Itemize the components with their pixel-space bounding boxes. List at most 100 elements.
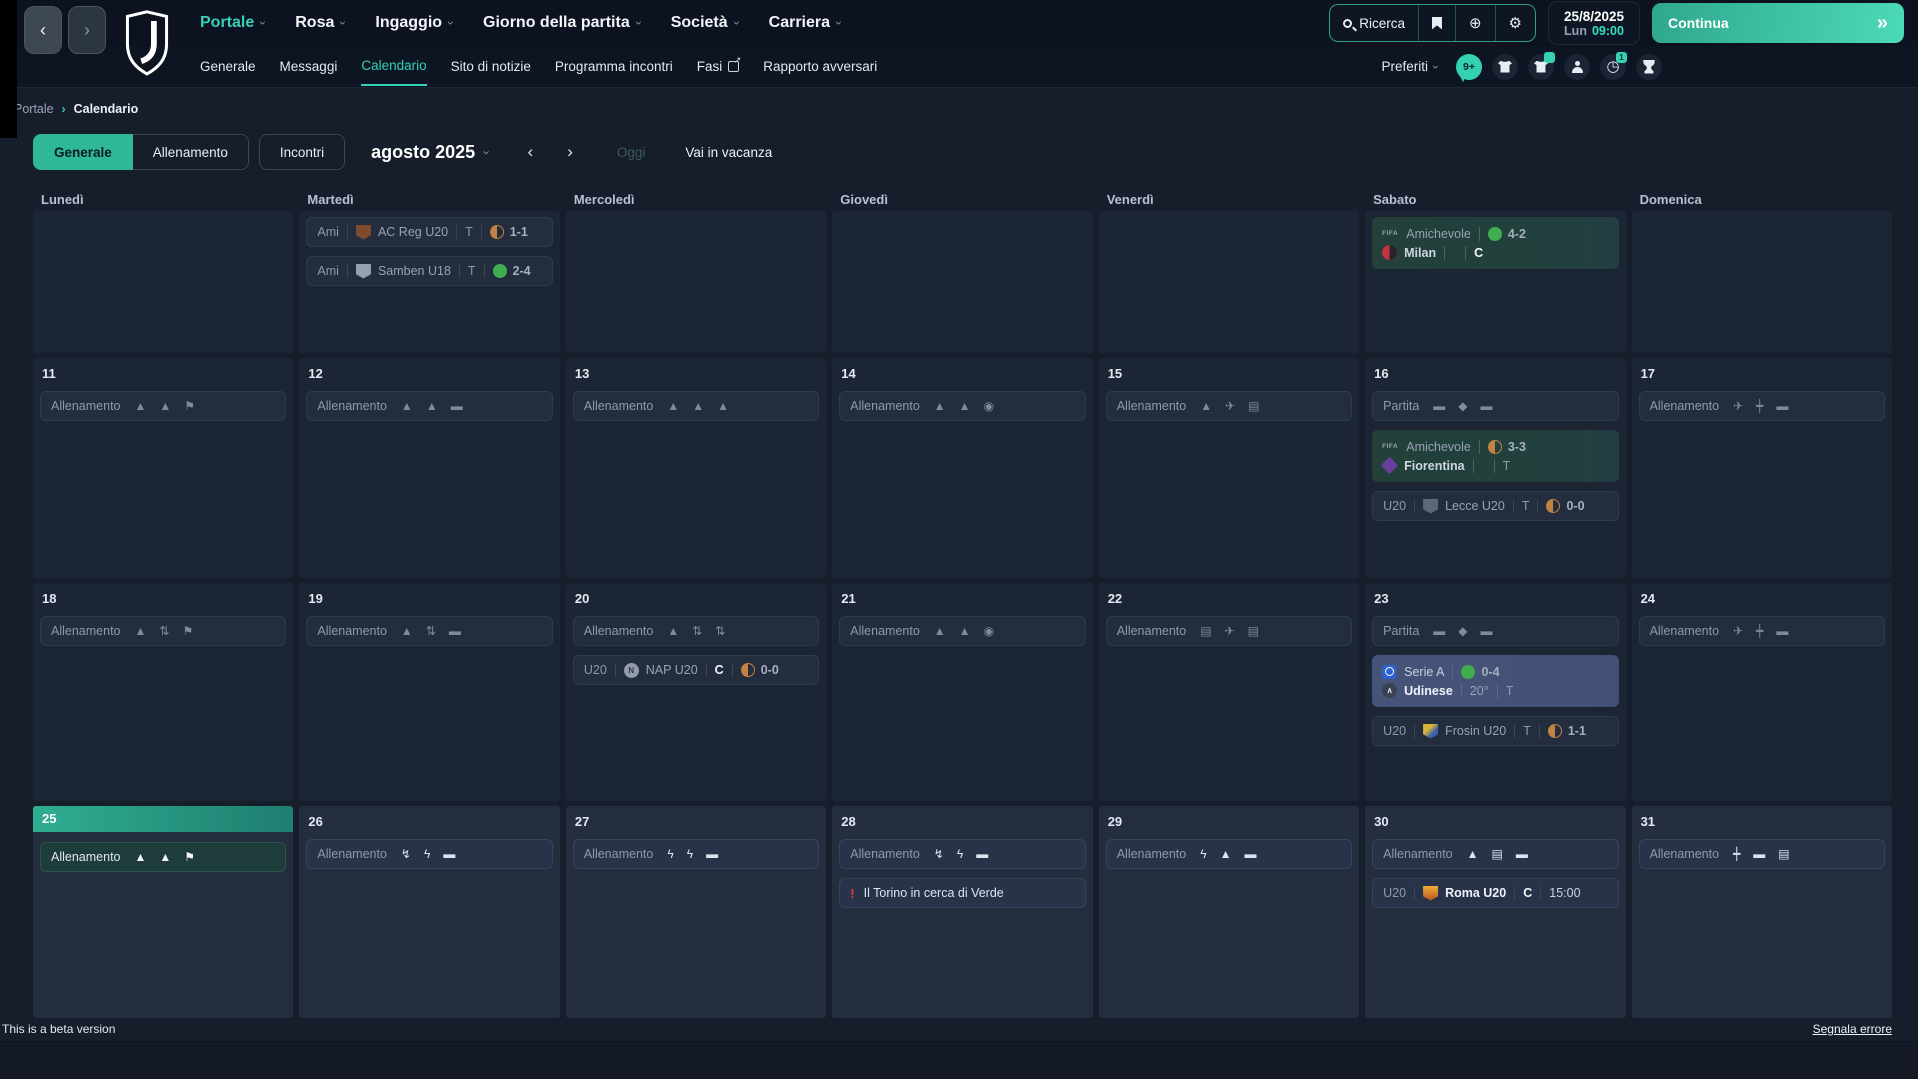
event-partita[interactable]: Partita▬◆▬ [1372, 616, 1618, 646]
nav-item-ingaggio[interactable]: Ingaggio› [375, 14, 453, 32]
fixture-frosin-u20[interactable]: U20Frosin U20T1-1 [1372, 716, 1618, 746]
bookmark-button[interactable] [1419, 5, 1456, 41]
day-cell-23[interactable]: 23Partita▬◆▬Serie A0-4∧Udinese20°TU20Fro… [1365, 583, 1625, 801]
fixture-nap-u20[interactable]: U20NNAP U20C0-0 [573, 655, 819, 685]
day-cell[interactable]: FIFAAmichevole4-2MilanC [1365, 211, 1625, 353]
day-cell-25[interactable]: 25Allenamento▲▲⚑ [33, 806, 293, 1018]
day-cell-11[interactable]: 11Allenamento▲▲⚑ [33, 358, 293, 578]
event-allenamento[interactable]: Allenamento↯ϟ▬ [306, 839, 552, 869]
event-allenamento[interactable]: Allenamento▲▲⚑ [40, 842, 286, 872]
squad-shirt-button[interactable] [1492, 54, 1518, 80]
search-button[interactable]: Ricerca [1330, 5, 1419, 41]
settings-button[interactable]: ⚙ [1496, 5, 1535, 41]
favorites-dropdown[interactable]: Preferiti › [1381, 59, 1438, 74]
vacation-button[interactable]: Vai in vacanza [685, 145, 772, 160]
nav-item-carriera[interactable]: Carriera› [769, 14, 841, 32]
day-cell-16[interactable]: 16Partita▬◆▬FIFAAmichevole3-3FiorentinaT… [1365, 358, 1625, 578]
day-cell-24[interactable]: 24Allenamento✈┿▬ [1632, 583, 1892, 801]
frosin-crest [1423, 724, 1438, 739]
day-cell-30[interactable]: 30Allenamento▲▤▬U20Roma U20C15:00 [1365, 806, 1625, 1018]
forward-button[interactable]: › [68, 6, 106, 54]
event-allenamento[interactable]: Allenamento▲⇅⚑ [40, 616, 286, 646]
event-allenamento[interactable]: Allenamento┿▬▤ [1639, 839, 1885, 869]
world-button[interactable]: ⊕ [1456, 5, 1496, 41]
day-cell-31[interactable]: 31Allenamento┿▬▤ [1632, 806, 1892, 1018]
cone-icon: ▲ [1200, 400, 1212, 412]
subnav-item-fasi[interactable]: Fasi [697, 48, 740, 85]
news-item[interactable]: !Il Torino in cerca di Verde [839, 878, 1085, 908]
fixture-samben-u18[interactable]: AmiSamben U18T2-4 [306, 256, 552, 286]
game-date[interactable]: 25/8/2025 Lun09:00 [1548, 1, 1640, 45]
day-cell-12[interactable]: 12Allenamento▲▲▬ [299, 358, 559, 578]
day-cell[interactable] [33, 211, 293, 353]
subnav-item-calendario[interactable]: Calendario [361, 47, 426, 86]
subnav-item-programma-incontri[interactable]: Programma incontri [555, 48, 673, 85]
subnav-item-generale[interactable]: Generale [200, 48, 256, 85]
tab-incontri[interactable]: Incontri [259, 134, 345, 170]
nav-item-rosa[interactable]: Rosa› [295, 14, 345, 32]
team-name: Udinese [1404, 684, 1453, 698]
day-cell-17[interactable]: 17Allenamento✈┿▬ [1632, 358, 1892, 578]
clock-button[interactable]: ◷ 1 [1600, 54, 1626, 80]
transfer-shirt-button[interactable] [1528, 54, 1554, 80]
match-highlight-fiorentina[interactable]: FIFAAmichevole3-3FiorentinaT [1372, 430, 1618, 482]
day-cell-15[interactable]: 15Allenamento▲✈▤ [1099, 358, 1359, 578]
report-error-link[interactable]: Segnala errore [1813, 1022, 1892, 1036]
today-button[interactable]: Oggi [617, 145, 646, 160]
day-cell[interactable] [566, 211, 826, 353]
day-cell-13[interactable]: 13Allenamento▲▲▲ [566, 358, 826, 578]
day-cell[interactable] [1632, 211, 1892, 353]
event-allenamento[interactable]: Allenamento▲▲◉ [839, 616, 1085, 646]
month-selector[interactable]: agosto 2025 › [371, 142, 489, 163]
event-allenamento[interactable]: Allenamento▲▲⚑ [40, 391, 286, 421]
subnav-item-rapporto-avversari[interactable]: Rapporto avversari [763, 48, 877, 85]
tab-generale[interactable]: Generale [33, 134, 133, 170]
subnav-item-sito-di-notizie[interactable]: Sito di notizie [451, 48, 531, 85]
event-allenamento[interactable]: Allenamento▲⇅▬ [306, 616, 552, 646]
day-cell-14[interactable]: 14Allenamento▲▲◉ [832, 358, 1092, 578]
event-allenamento[interactable]: Allenamento↯ϟ▬ [839, 839, 1085, 869]
nav-item-portale[interactable]: Portale› [200, 14, 265, 32]
event-allenamento[interactable]: Allenamento▲▲◉ [839, 391, 1085, 421]
continue-button[interactable]: Continua » [1652, 3, 1904, 43]
scouting-button[interactable] [1564, 54, 1590, 80]
day-cell-20[interactable]: 20Allenamento▲⇅⇅U20NNAP U20C0-0 [566, 583, 826, 801]
event-allenamento[interactable]: Allenamento✈┿▬ [1639, 391, 1885, 421]
next-month-button[interactable]: › [567, 142, 573, 162]
match-highlight-udinese[interactable]: Serie A0-4∧Udinese20°T [1372, 655, 1618, 707]
prev-month-button[interactable]: ‹ [528, 142, 534, 162]
competition-button[interactable] [1636, 54, 1662, 80]
event-allenamento[interactable]: Allenamento▤✈▤ [1106, 616, 1352, 646]
event-allenamento[interactable]: Allenamentoϟ▲▬ [1106, 839, 1352, 869]
event-allenamento[interactable]: Allenamento▲▲▬ [306, 391, 552, 421]
day-cell-27[interactable]: 27Allenamentoϟϟ▬ [566, 806, 826, 1018]
day-cell-28[interactable]: 28Allenamento↯ϟ▬!Il Torino in cerca di V… [832, 806, 1092, 1018]
event-allenamento[interactable]: Allenamento✈┿▬ [1639, 616, 1885, 646]
event-allenamento[interactable]: Allenamento▲⇅⇅ [573, 616, 819, 646]
day-cell[interactable] [832, 211, 1092, 353]
tab-allenamento[interactable]: Allenamento [133, 134, 249, 170]
nav-item-società[interactable]: Società› [671, 14, 739, 32]
day-cell[interactable]: AmiAC Reg U20T1-1 AmiSamben U18T2-4 [299, 211, 559, 353]
day-cell-18[interactable]: 18Allenamento▲⇅⚑ [33, 583, 293, 801]
fixture-roma-u20[interactable]: U20Roma U20C15:00 [1372, 878, 1618, 908]
day-cell[interactable] [1099, 211, 1359, 353]
nav-item-giorno-della-partita[interactable]: Giorno della partita› [483, 14, 641, 32]
breadcrumb-portale[interactable]: Portale [14, 102, 54, 116]
back-button[interactable]: ‹ [24, 6, 62, 54]
match-highlight-milan[interactable]: FIFAAmichevole4-2MilanC [1372, 217, 1618, 269]
day-cell-19[interactable]: 19Allenamento▲⇅▬ [299, 583, 559, 801]
subnav-item-messaggi[interactable]: Messaggi [280, 48, 338, 85]
day-cell-21[interactable]: 21Allenamento▲▲◉ [832, 583, 1092, 801]
event-allenamento[interactable]: Allenamentoϟϟ▬ [573, 839, 819, 869]
event-allenamento[interactable]: Allenamento▲✈▤ [1106, 391, 1352, 421]
day-cell-26[interactable]: 26Allenamento↯ϟ▬ [299, 806, 559, 1018]
inbox-chat-badge[interactable]: 9+ [1456, 54, 1482, 80]
day-cell-29[interactable]: 29Allenamentoϟ▲▬ [1099, 806, 1359, 1018]
event-allenamento[interactable]: Allenamento▲▤▬ [1372, 839, 1618, 869]
event-partita[interactable]: Partita▬◆▬ [1372, 391, 1618, 421]
event-allenamento[interactable]: Allenamento▲▲▲ [573, 391, 819, 421]
day-cell-22[interactable]: 22Allenamento▤✈▤ [1099, 583, 1359, 801]
fixture-ac-reg-u20[interactable]: AmiAC Reg U20T1-1 [306, 217, 552, 247]
fixture-lecce-u20[interactable]: U20Lecce U20T0-0 [1372, 491, 1618, 521]
